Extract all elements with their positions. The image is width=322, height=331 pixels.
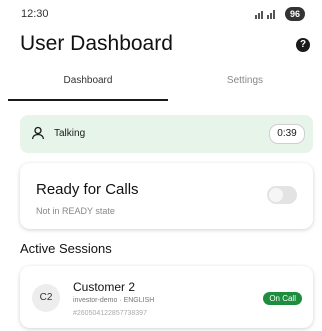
call-timer: 0:39 <box>269 124 305 144</box>
avatar: C2 <box>32 284 60 312</box>
tab-dashboard[interactable]: Dashboard <box>8 66 168 101</box>
status-badge: On Call <box>263 292 302 305</box>
signal-icon <box>254 10 275 19</box>
call-status-label: Talking <box>54 128 86 139</box>
ready-card: Ready for Calls Not in READY state <box>20 163 313 229</box>
session-id: #260504122857738397 <box>73 310 147 317</box>
session-card[interactable]: C2 Customer 2 investor-demo · ENGLISH #2… <box>20 266 313 328</box>
ready-title: Ready for Calls <box>36 181 139 198</box>
page-title: User Dashboard <box>20 32 173 55</box>
ready-toggle[interactable] <box>267 186 297 204</box>
status-icons: 96 <box>254 7 305 21</box>
person-icon <box>31 126 45 140</box>
status-bar: 12:30 96 <box>0 0 322 30</box>
tab-bar: Dashboard Settings <box>8 66 322 101</box>
active-sessions-title: Active Sessions <box>20 241 112 256</box>
session-meta: investor-demo · ENGLISH <box>73 297 155 304</box>
tab-settings[interactable]: Settings <box>168 66 322 99</box>
toggle-knob <box>269 188 283 202</box>
call-status-card: Talking 0:39 <box>20 115 313 153</box>
battery-indicator: 96 <box>284 7 305 21</box>
session-name: Customer 2 <box>73 280 136 294</box>
status-time: 12:30 <box>21 8 49 20</box>
help-icon[interactable]: ? <box>296 38 310 52</box>
ready-subtitle: Not in READY state <box>36 206 115 216</box>
